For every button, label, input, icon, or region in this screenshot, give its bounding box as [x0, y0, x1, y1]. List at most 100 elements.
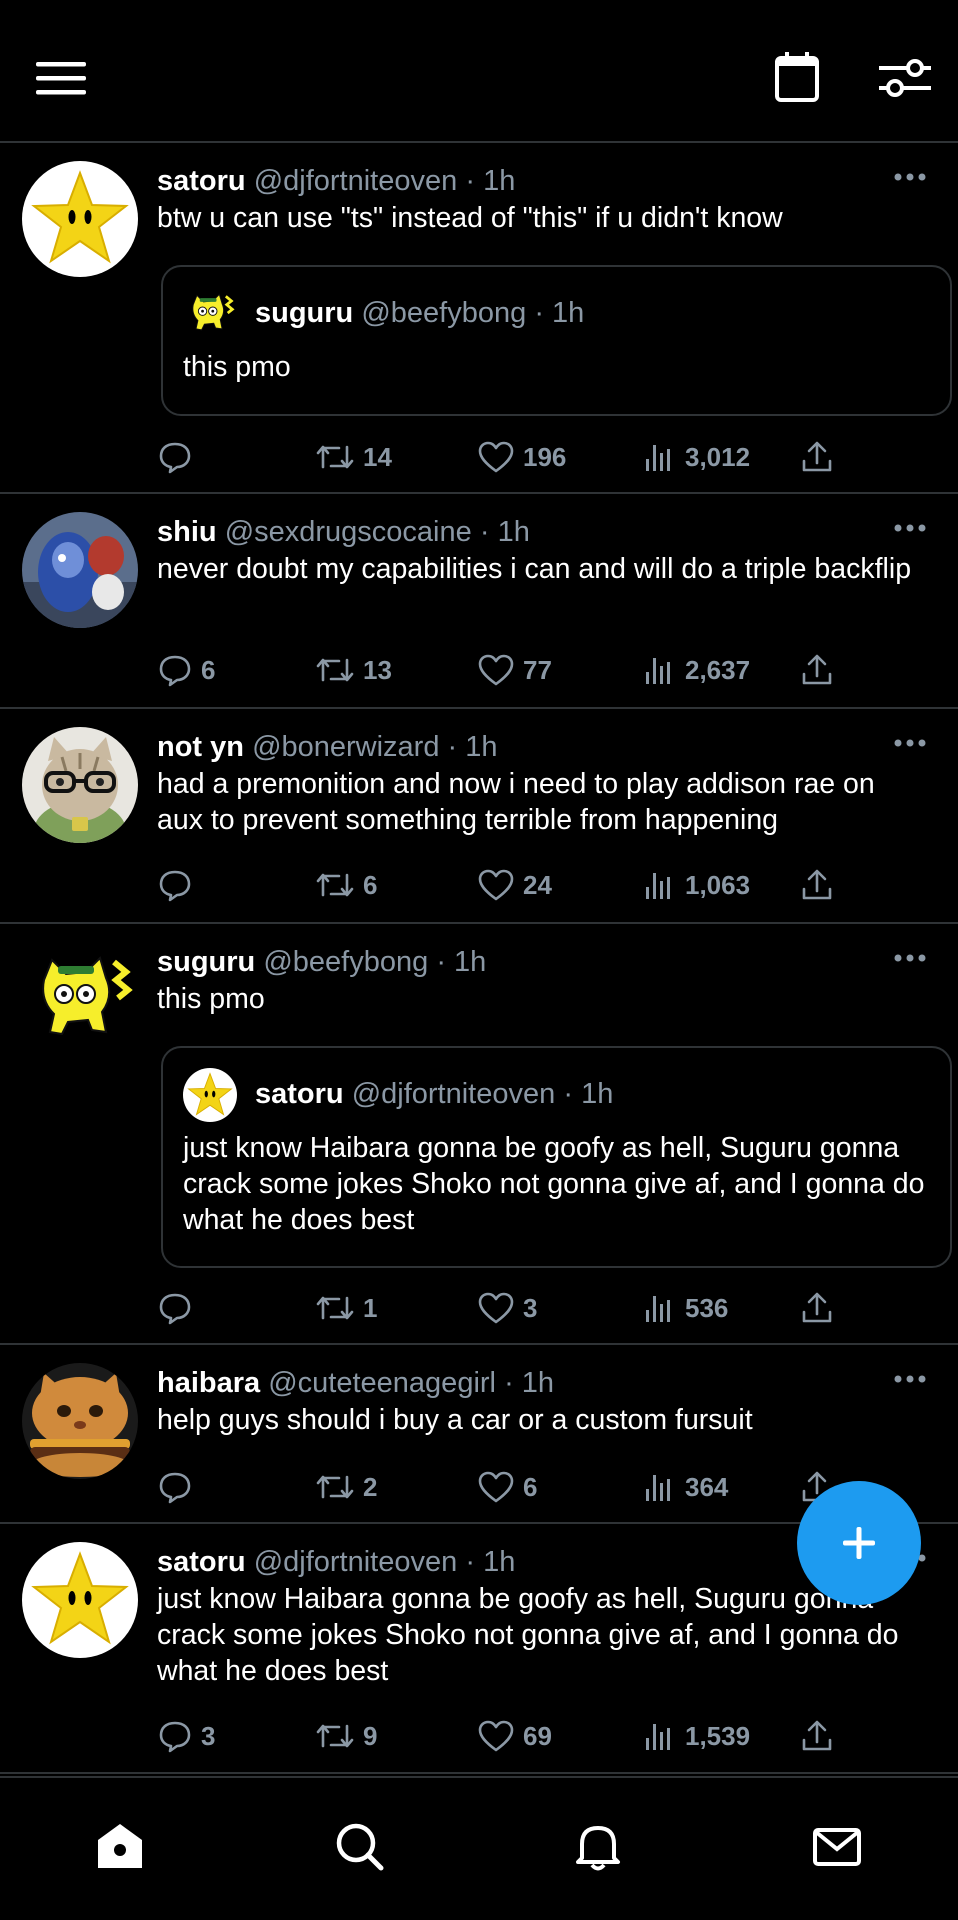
author-handle[interactable]: @djfortniteoven — [254, 165, 458, 197]
views-button[interactable]: 3,012 — [641, 437, 750, 477]
post[interactable]: haibara @cuteteenagegirl · 1h help guys … — [0, 1345, 958, 1524]
share-button[interactable] — [799, 1716, 835, 1756]
author-handle[interactable]: @bonerwizard — [252, 731, 439, 763]
repost-button[interactable]: 6 — [315, 865, 377, 905]
bell-icon[interactable] — [568, 1816, 628, 1876]
author-name[interactable]: satoru — [157, 1546, 246, 1578]
reply-button[interactable] — [157, 437, 201, 477]
views-button[interactable]: 1,539 — [641, 1716, 750, 1756]
like-button[interactable]: 77 — [477, 650, 552, 690]
reply-button[interactable]: 3 — [157, 1716, 215, 1756]
more-options-icon[interactable] — [892, 1369, 928, 1389]
like-button[interactable]: 3 — [477, 1288, 537, 1328]
timestamp: 1h — [483, 165, 516, 197]
author-name[interactable]: haibara — [157, 1367, 260, 1399]
views-button[interactable]: 364 — [641, 1467, 728, 1507]
reply-button[interactable] — [157, 1288, 201, 1328]
cat-burger-avatar[interactable] — [22, 1363, 138, 1479]
post-text: btw u can use "ts" instead of "this" if … — [157, 202, 783, 234]
repost-count: 9 — [363, 1720, 378, 1751]
reply-button[interactable]: 6 — [157, 650, 215, 690]
quoted-timestamp: 1h — [552, 297, 585, 329]
quoted-author-name: satoru — [255, 1078, 344, 1110]
post[interactable]: not yn @bonerwizard · 1h had a premoniti… — [0, 709, 958, 924]
separator: · — [479, 516, 490, 548]
more-options-icon[interactable] — [892, 948, 928, 968]
search-icon[interactable] — [329, 1816, 389, 1876]
post-text: never doubt my capabilities i can and wi… — [157, 553, 912, 585]
separator: · — [504, 1367, 514, 1399]
more-options-icon[interactable] — [892, 518, 928, 538]
author-name[interactable]: shiu — [157, 516, 217, 548]
action-bar: 1 3 536 — [157, 1288, 958, 1328]
cat-glasses-avatar[interactable] — [22, 727, 138, 843]
repost-button[interactable]: 2 — [315, 1467, 377, 1507]
post[interactable]: satoru @djfortniteoven · 1h btw u can us… — [0, 143, 958, 494]
quoted-post[interactable]: suguru @beefybong · 1h this pmo — [161, 265, 952, 416]
author-name[interactable]: not yn — [157, 731, 244, 763]
reply-count: 3 — [201, 1720, 216, 1751]
more-options-icon[interactable] — [892, 733, 928, 753]
author-handle[interactable]: @djfortniteoven — [254, 1546, 458, 1578]
quoted-post[interactable]: satoru @djfortniteoven · 1h just know Ha… — [161, 1046, 952, 1268]
reply-button[interactable] — [157, 1467, 201, 1507]
views-count: 1,063 — [685, 869, 751, 900]
like-icon — [477, 1718, 515, 1754]
repost-icon — [315, 652, 355, 688]
author-handle[interactable]: @beefybong — [263, 946, 428, 978]
author-name[interactable]: satoru — [157, 165, 246, 197]
author-name[interactable]: suguru — [157, 946, 255, 978]
reply-icon — [157, 439, 193, 475]
yellow-cat-avatar[interactable] — [22, 942, 138, 1058]
timestamp: 1h — [454, 946, 487, 978]
share-button[interactable] — [799, 1288, 835, 1328]
more-options-icon[interactable] — [892, 167, 928, 187]
plus-icon — [843, 1527, 875, 1559]
like-icon — [477, 439, 515, 475]
share-button[interactable] — [799, 437, 835, 477]
like-count: 77 — [523, 654, 552, 685]
views-button[interactable]: 1,063 — [641, 865, 750, 905]
repost-button[interactable]: 13 — [315, 650, 392, 690]
separator: · — [534, 297, 544, 329]
views-button[interactable]: 2,637 — [641, 650, 750, 690]
repost-button[interactable]: 1 — [315, 1288, 377, 1328]
post[interactable]: shiu @sexdrugscocaine · 1h never doubt m… — [0, 494, 958, 709]
calendar-icon[interactable] — [765, 46, 829, 110]
action-bar: 3 9 69 1,539 — [157, 1716, 958, 1756]
like-count: 6 — [523, 1471, 538, 1502]
share-icon — [799, 867, 835, 903]
separator: · — [563, 1078, 573, 1110]
like-button[interactable]: 69 — [477, 1716, 552, 1756]
post[interactable]: suguru @beefybong · 1h this pmo satoru @… — [0, 924, 958, 1345]
views-icon — [641, 1469, 677, 1505]
star-avatar[interactable] — [22, 161, 138, 277]
compose-button[interactable] — [797, 1481, 921, 1605]
repost-count: 6 — [363, 869, 378, 900]
share-button[interactable] — [799, 650, 835, 690]
post-text: had a premonition and now i need to play… — [157, 768, 875, 836]
timestamp: 1h — [465, 731, 498, 763]
like-button[interactable]: 196 — [477, 437, 566, 477]
like-icon — [477, 652, 515, 688]
repost-button[interactable]: 9 — [315, 1716, 377, 1756]
top-app-bar — [0, 0, 958, 143]
star-avatar[interactable] — [22, 1542, 138, 1658]
reply-icon — [157, 652, 193, 688]
robot-figures-avatar[interactable] — [22, 512, 138, 628]
home-icon[interactable] — [90, 1816, 150, 1876]
author-handle[interactable]: @cuteteenagegirl — [268, 1367, 496, 1399]
share-button[interactable] — [799, 865, 835, 905]
sliders-settings-icon[interactable] — [873, 46, 937, 110]
reply-button[interactable] — [157, 865, 201, 905]
mail-icon[interactable] — [807, 1816, 867, 1876]
reply-icon — [157, 1469, 193, 1505]
repost-icon — [315, 439, 355, 475]
hamburger-menu-icon[interactable] — [30, 46, 94, 110]
author-handle[interactable]: @sexdrugscocaine — [225, 516, 472, 548]
like-button[interactable]: 6 — [477, 1467, 537, 1507]
views-button[interactable]: 536 — [641, 1288, 728, 1328]
like-button[interactable]: 24 — [477, 865, 552, 905]
repost-button[interactable]: 14 — [315, 437, 392, 477]
quoted-timestamp: 1h — [581, 1078, 614, 1110]
